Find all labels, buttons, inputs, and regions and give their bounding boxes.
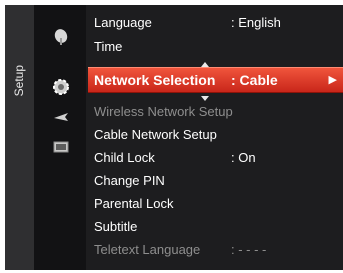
category-icon-column	[34, 5, 86, 270]
menu-item-label: Network Selection	[94, 72, 216, 88]
menu-item-label: Time	[94, 39, 123, 54]
chevron-right-icon: ▶	[328, 74, 337, 86]
setup-title: Setup	[12, 65, 26, 97]
menu-item-wireless-network-setup: Wireless Network Setup	[88, 100, 343, 123]
plane-icon[interactable]	[52, 108, 70, 126]
menu-item-label: Parental Lock	[94, 196, 174, 211]
menu-item-label: Teletext Language	[94, 242, 201, 257]
menu-item-value: : English	[231, 15, 281, 30]
menu-item-child-lock[interactable]: Child Lock : On	[88, 146, 343, 169]
menu-item-label: Language	[94, 15, 152, 30]
gear-icon[interactable]	[52, 78, 70, 96]
menu-item-label: Subtitle	[94, 219, 138, 234]
setup-tab: Setup	[5, 5, 34, 270]
menu-item-parental-lock[interactable]: Parental Lock	[88, 192, 343, 215]
menu-item-teletext-language: Teletext Language : - - - -	[88, 238, 343, 261]
menu-item-value: : On	[231, 150, 256, 165]
menu-item-label: Child Lock	[94, 150, 155, 165]
menu-item-change-pin[interactable]: Change PIN	[88, 169, 343, 192]
tv-input-icon[interactable]	[52, 138, 70, 156]
setup-menu-list: Language : English Time Network Selectio…	[88, 5, 343, 270]
menu-item-value: : - - - -	[231, 242, 267, 257]
menu-item-cable-network-setup[interactable]: Cable Network Setup	[88, 123, 343, 146]
menu-item-label: Wireless Network Setup	[94, 104, 233, 119]
menu-item-subtitle[interactable]: Subtitle	[88, 215, 343, 238]
menu-item-value: : Cable	[231, 72, 278, 88]
menu-item-language[interactable]: Language : English	[88, 11, 343, 34]
menu-item-network-selection[interactable]: Network Selection : Cable ▶	[88, 67, 343, 93]
menu-item-label: Cable Network Setup	[94, 127, 217, 142]
menu-item-label: Change PIN	[94, 173, 165, 188]
menu-item-time[interactable]: Time	[88, 35, 343, 58]
satellite-dish-icon[interactable]	[52, 28, 70, 46]
